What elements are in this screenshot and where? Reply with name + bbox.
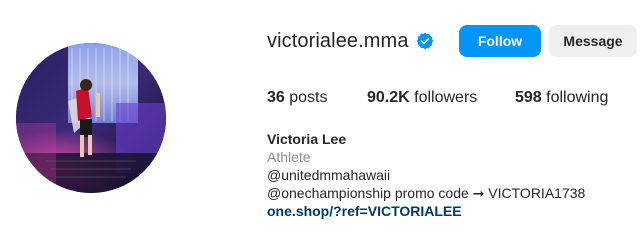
following-stat[interactable]: 598 following <box>515 89 608 107</box>
posts-stat: 36 posts <box>267 89 327 107</box>
profile-bio: Victoria Lee Athlete @unitedmmahawaii @o… <box>267 130 585 220</box>
followers-label: followers <box>409 89 478 106</box>
profile-header: victorialee.mma <box>267 24 434 58</box>
following-label: following <box>541 89 609 106</box>
profile-photo <box>16 43 166 193</box>
category-label: Athlete <box>267 149 311 165</box>
followers-count: 90.2K <box>367 89 410 106</box>
avatar[interactable] <box>16 43 166 193</box>
display-name: Victoria Lee <box>267 131 347 147</box>
followers-stat[interactable]: 90.2K followers <box>367 89 477 107</box>
following-count: 598 <box>515 89 542 106</box>
bio-line-1[interactable]: @unitedmmahawaii <box>267 166 585 184</box>
username: victorialee.mma <box>267 29 409 52</box>
bio-link[interactable]: one.shop/?ref=VICTORIALEE <box>267 202 585 220</box>
message-button[interactable]: Message <box>549 25 637 57</box>
verified-badge-icon <box>416 32 433 50</box>
posts-count: 36 <box>267 89 285 106</box>
bio-line-2: @onechampionship promo code ➞ VICTORIA17… <box>267 185 586 201</box>
follow-button[interactable]: Follow <box>459 25 541 57</box>
posts-label: posts <box>284 89 328 106</box>
